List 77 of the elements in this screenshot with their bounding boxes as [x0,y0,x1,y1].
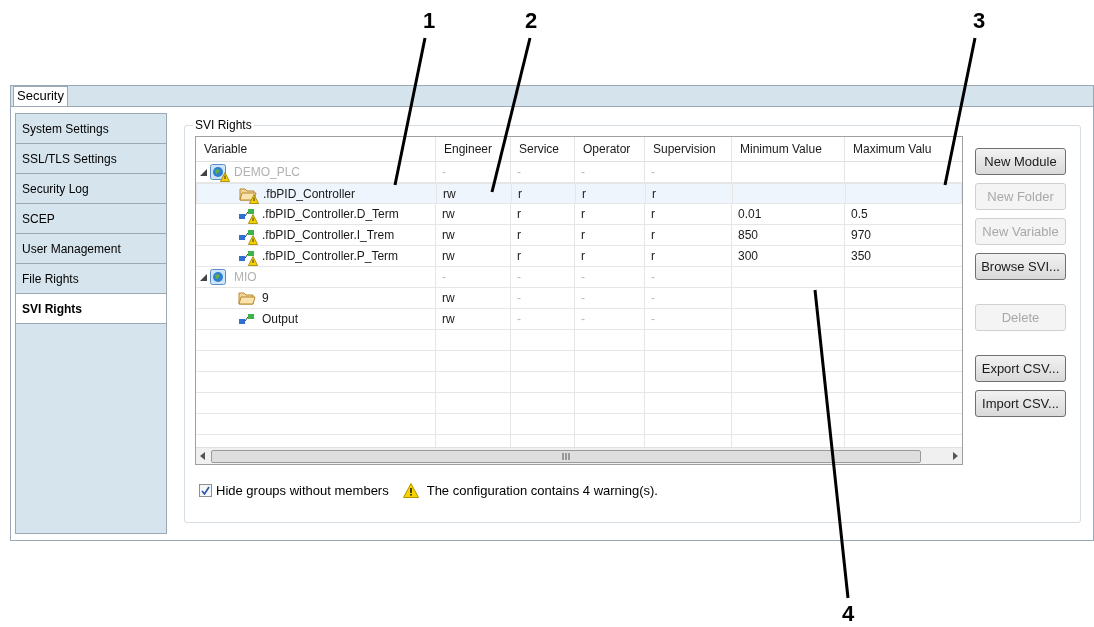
table-cell-text: - [442,164,446,181]
scroll-left-icon[interactable] [200,452,205,460]
scroll-right-icon[interactable] [953,452,958,460]
table-cell-text: r [651,227,655,244]
warning-icon [248,214,258,224]
callout-number: 3 [973,10,986,32]
table-cell-text: 0.5 [851,206,868,223]
action-button[interactable]: Import CSV... [975,390,1066,417]
table-cell-text: rw [442,227,455,244]
callout-number: 1 [423,10,436,32]
table-cell-text: - [651,311,655,328]
table-cell-text: 850 [738,227,759,244]
table-cell-text: - [581,164,585,181]
table-cell-text: r [581,206,585,223]
column-header[interactable]: Service [511,137,575,161]
callout-number: 2 [525,10,538,32]
table-cell-text: rw [442,311,455,328]
checkbox-label[interactable]: Hide groups without members [216,481,389,501]
sidebar-item[interactable]: SVI Rights [16,294,166,324]
checkmark-icon [201,486,210,496]
warning-icon [220,172,230,182]
table-cell-text: r [651,248,655,265]
warning-message: The configuration contains 4 warning(s). [426,482,658,500]
table-cell-text: - [651,290,655,307]
callout-number: 4 [842,603,855,625]
table-cell-text: - [517,164,521,181]
table-cell-text: - [517,290,521,307]
table-cell-text: r [651,206,655,223]
action-button[interactable]: Browse SVI... [975,253,1066,280]
column-header[interactable]: Supervision [645,137,732,161]
table-cell-text: - [581,269,585,286]
variable-icon [238,208,256,220]
warning-icon [249,193,259,204]
column-header[interactable]: Variable [196,137,436,161]
table-cell-text: r [518,185,522,203]
variable-icon [238,313,256,325]
horizontal-scrollbar[interactable] [196,447,962,464]
table-cell-text: 350 [851,248,872,265]
column-header[interactable]: Minimum Value [732,137,845,161]
security-tab[interactable]: Security [13,86,68,106]
action-button[interactable]: New Module [975,148,1066,175]
column-header[interactable]: Operator [575,137,645,161]
table-cell-text: r [517,206,521,223]
warning-icon [248,256,258,266]
table-cell-text: r [517,248,521,265]
globe-icon [210,269,226,285]
scrollbar-thumb[interactable] [211,449,921,463]
table-cell-text: rw [442,206,455,223]
table-cell-text: r [582,185,586,203]
grip-icon [561,452,571,460]
checkbox[interactable] [199,484,212,498]
column-header[interactable]: Engineer [436,137,511,161]
column-header[interactable]: Maximum Valu [845,137,962,161]
table-cell-text: - [517,311,521,328]
table-cell-text: r [581,248,585,265]
warning-icon [248,235,258,245]
table-cell-text: - [581,311,585,328]
warning-icon [402,483,419,499]
table-cell-text: 300 [738,248,759,265]
table-cell-text: r [517,227,521,244]
table-cell-text: - [651,269,655,286]
table-cell-text: r [652,185,656,203]
table-cell-text: - [517,269,521,286]
table-cell-text: - [581,290,585,307]
table-cell-text: r [581,227,585,244]
table-cell-text: 970 [851,227,872,244]
table-cell-text: rw [442,290,455,307]
folder-icon [238,291,256,305]
table-cell-text: 0.01 [738,206,762,223]
variable-icon [238,229,256,241]
action-button[interactable]: Export CSV... [975,355,1066,382]
variable-icon [238,250,256,262]
globe-icon [210,164,226,180]
table-cell-text: - [651,164,655,181]
table-cell-text: rw [442,248,455,265]
table-cell-text: - [442,269,446,286]
table-cell-text: rw [443,185,456,203]
